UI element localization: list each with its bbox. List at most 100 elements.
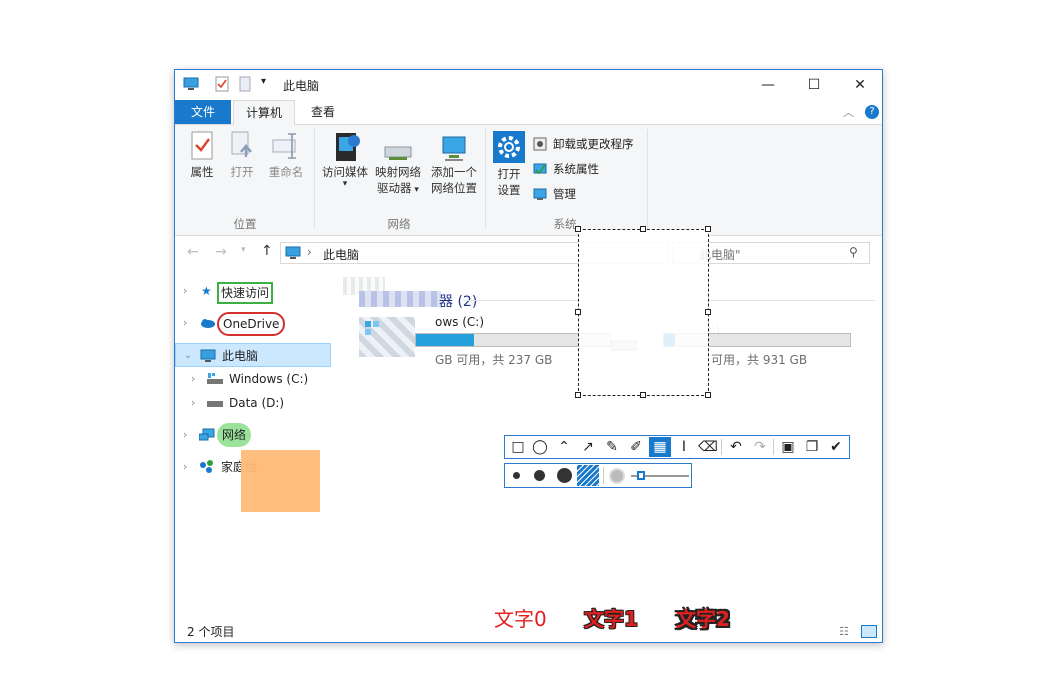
size-medium-icon[interactable] xyxy=(534,470,545,481)
map-network-drive-button[interactable]: 映射网络 驱动器 ▾ xyxy=(371,131,425,198)
expand-chevron-icon[interactable]: › xyxy=(183,455,187,479)
resize-handle[interactable] xyxy=(640,392,646,398)
system-drive-icon xyxy=(207,373,223,384)
pen-tool-icon[interactable]: ✎ xyxy=(601,437,623,457)
tab-computer[interactable]: 计算机 xyxy=(233,100,295,125)
resize-handle[interactable] xyxy=(705,309,711,315)
recent-dropdown-icon[interactable]: ▾ xyxy=(241,245,246,255)
system-properties-button[interactable]: 系统属性 xyxy=(533,160,643,178)
close-button[interactable]: ✕ xyxy=(837,70,882,100)
expand-chevron-icon[interactable]: › xyxy=(191,367,195,391)
text-annotation-0: 文字0 xyxy=(494,607,547,631)
address-row: ← → ▾ ↑ › 此电脑 此电脑" ⚲ xyxy=(175,236,882,272)
up-icon[interactable]: ↑ xyxy=(261,243,273,259)
nav-quick-access[interactable]: › ★ 快速访问 xyxy=(175,279,331,304)
drive-name-c: ows (C:) xyxy=(435,315,485,329)
add-network-location-label-2: 网络位置 xyxy=(431,181,477,195)
open-button[interactable]: 打开 xyxy=(225,131,259,180)
rename-icon xyxy=(272,133,296,159)
forward-icon[interactable]: → xyxy=(215,244,227,260)
open-settings-label-1: 打开 xyxy=(497,167,521,181)
save-icon[interactable]: ▣ xyxy=(777,437,799,457)
nav-label-data-d: Data (D:) xyxy=(229,396,285,410)
open-label: 打开 xyxy=(230,165,254,179)
search-icon: ⚲ xyxy=(849,245,858,259)
size-large-icon[interactable] xyxy=(557,468,572,483)
drive-space-d: 可用，共 931 GB xyxy=(711,353,808,367)
system-properties-label: 系统属性 xyxy=(553,162,599,176)
collapse-ribbon-icon[interactable]: ︿ xyxy=(843,104,854,120)
large-icons-view-icon[interactable] xyxy=(861,625,877,638)
arrow-tool-icon[interactable]: ↗ xyxy=(577,437,599,457)
resize-handle[interactable] xyxy=(705,392,711,398)
map-network-dropdown-icon: ▾ xyxy=(411,185,419,195)
properties-button[interactable]: 属性 xyxy=(185,131,219,180)
new-folder-quick-icon[interactable] xyxy=(239,76,251,92)
selection-box[interactable] xyxy=(575,226,711,398)
eraser-tool-icon[interactable]: ⌫ xyxy=(697,437,719,457)
expand-chevron-icon[interactable]: › xyxy=(183,423,187,447)
map-network-drive-label-row: 驱动器 ▾ xyxy=(371,180,425,198)
help-icon[interactable]: ? xyxy=(865,105,879,119)
drive-tile-c[interactable]: ows (C:) GB 可用，共 237 GB xyxy=(349,315,611,367)
network-drive-icon xyxy=(384,146,412,160)
expand-chevron-icon[interactable]: › xyxy=(183,311,187,335)
nav-label-network: 网络 xyxy=(217,423,252,447)
size-small-icon[interactable] xyxy=(513,472,520,479)
access-media-button[interactable]: 访问媒体 ▾ xyxy=(319,131,371,189)
nav-network[interactable]: › 网络 xyxy=(175,423,331,447)
confirm-icon[interactable]: ✔ xyxy=(825,437,847,457)
manage-label: 管理 xyxy=(553,187,576,201)
breadcrumb-this-pc[interactable]: 此电脑 xyxy=(323,246,359,263)
ribbon-separator xyxy=(647,129,648,229)
tab-view[interactable]: 查看 xyxy=(301,100,345,124)
resize-handle[interactable] xyxy=(640,226,646,232)
resize-handle[interactable] xyxy=(575,392,581,398)
collapse-chevron-icon[interactable]: ⌄ xyxy=(184,344,192,368)
resize-handle[interactable] xyxy=(575,226,581,232)
undo-icon[interactable]: ↶ xyxy=(725,437,747,457)
quick-access-dropdown-icon[interactable]: ▾ xyxy=(261,76,266,87)
ellipse-tool-icon[interactable]: ◯ xyxy=(529,437,551,457)
maximize-button[interactable]: ☐ xyxy=(791,70,837,100)
open-settings-button[interactable]: 打开 设置 xyxy=(491,131,527,198)
nav-data-d[interactable]: › Data (D:) xyxy=(175,391,331,415)
tab-file[interactable]: 文件 xyxy=(175,100,231,124)
star-icon: ★ xyxy=(201,284,212,298)
breadcrumb-chevron-icon: › xyxy=(307,245,312,259)
redo-icon[interactable]: ↷ xyxy=(749,437,771,457)
nav-windows-c[interactable]: › Windows (C:) xyxy=(175,367,331,391)
minimize-button[interactable]: — xyxy=(745,70,791,100)
properties-quick-icon[interactable] xyxy=(215,76,229,92)
ribbon: 属性 打开 重命名 位置 访问媒体 ▾ 映射网络 驱动器 ▾ 添加一个 网络位置… xyxy=(175,125,882,236)
copy-icon[interactable]: ❐ xyxy=(801,437,823,457)
network-location-icon xyxy=(442,136,466,161)
back-icon[interactable]: ← xyxy=(187,244,199,260)
brush-size-slider-thumb[interactable] xyxy=(637,471,645,480)
polyline-tool-icon[interactable]: ⌃ xyxy=(553,437,575,457)
computer-icon xyxy=(285,246,301,259)
nav-onedrive[interactable]: › OneDrive xyxy=(175,311,331,336)
ribbon-separator xyxy=(314,129,315,229)
blur-brush-icon[interactable] xyxy=(609,468,625,484)
nav-this-pc[interactable]: ⌄ 此电脑 xyxy=(175,343,331,367)
rectangle-tool-icon[interactable]: □ xyxy=(507,437,529,457)
section-header[interactable]: 器 (2) xyxy=(439,291,477,311)
expand-chevron-icon[interactable]: › xyxy=(191,391,195,415)
ribbon-tabs: 文件 计算机 查看 ︿ ? xyxy=(175,100,882,125)
rename-button[interactable]: 重命名 xyxy=(263,131,309,180)
details-view-icon[interactable]: ☷ xyxy=(839,625,849,638)
text-tool-icon[interactable]: I xyxy=(673,437,695,457)
pattern-mosaic-icon[interactable] xyxy=(577,465,599,486)
resize-handle[interactable] xyxy=(575,309,581,315)
uninstall-label: 卸载或更改程序 xyxy=(553,137,634,151)
mosaic-tool-icon[interactable]: ▦ xyxy=(649,437,671,457)
marker-tool-icon[interactable]: ✐ xyxy=(625,437,647,457)
nav-label-quick-access: 快速访问 xyxy=(217,282,274,304)
windows-drive-icon xyxy=(365,321,379,335)
uninstall-program-button[interactable]: 卸载或更改程序 xyxy=(533,135,643,153)
add-network-location-button[interactable]: 添加一个 网络位置 xyxy=(427,131,481,196)
resize-handle[interactable] xyxy=(705,226,711,232)
manage-button[interactable]: 管理 xyxy=(533,185,643,203)
expand-chevron-icon[interactable]: › xyxy=(183,279,187,303)
